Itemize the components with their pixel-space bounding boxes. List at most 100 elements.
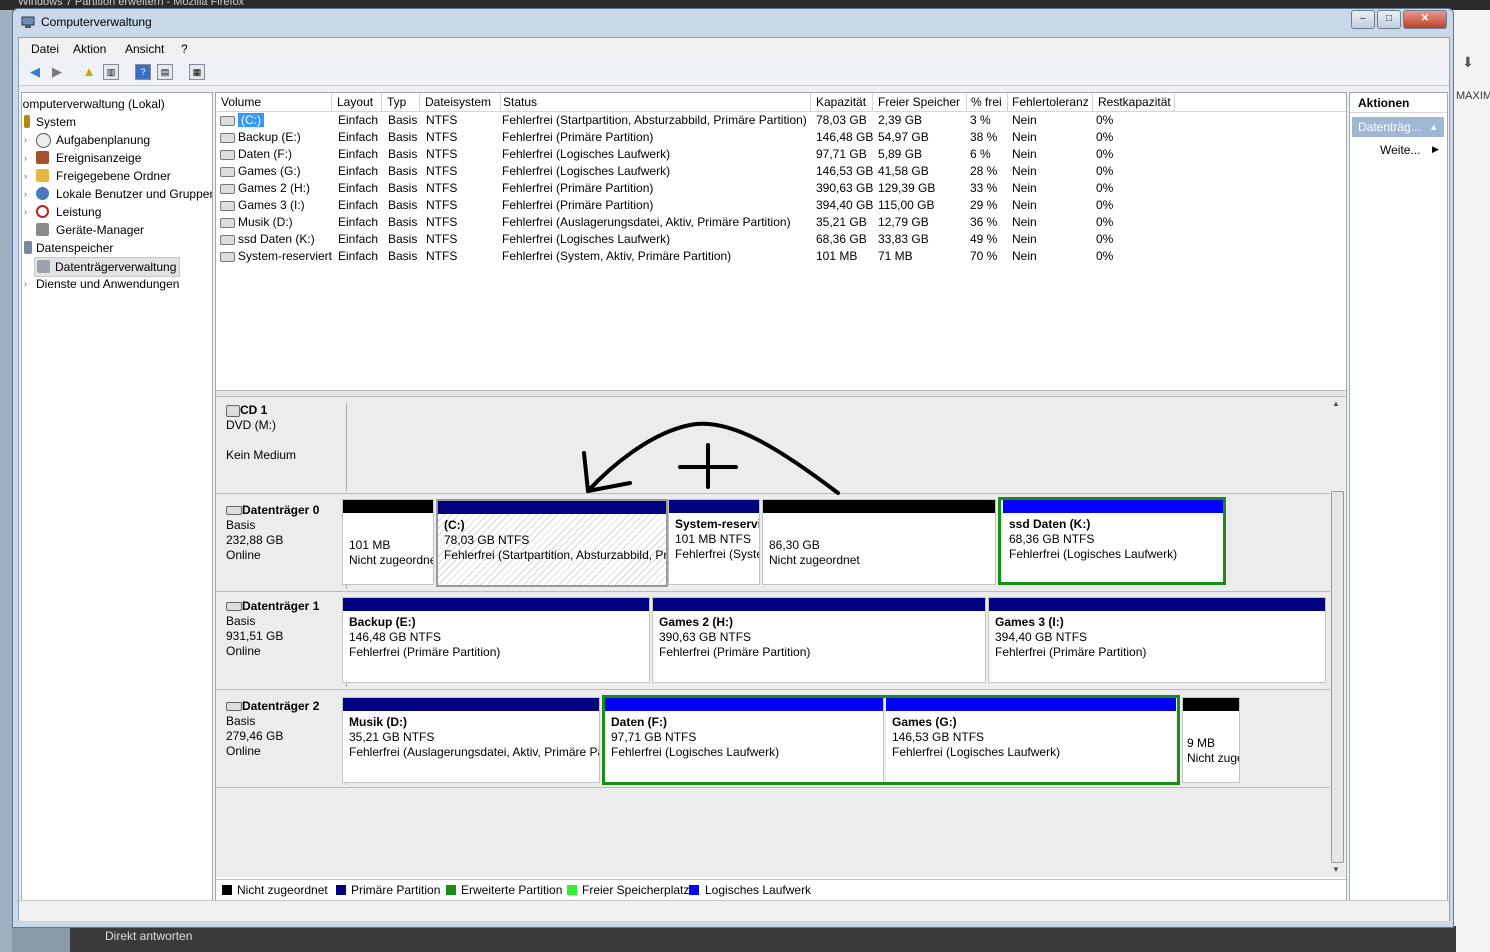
browser-title: Windows 7 Partition erweitern - Mozilla … xyxy=(18,0,245,8)
minimize-button[interactable]: – xyxy=(1351,10,1375,29)
collapse-icon[interactable]: ▲ xyxy=(1429,117,1438,137)
volume-row[interactable]: Games 3 (I:) Einfach Basis NTFS Fehlerfrei (… xyxy=(216,197,1346,214)
volume-row[interactable]: ssd Daten (K:) Einfach Basis NTFS Fehlerfrei… xyxy=(216,231,1346,248)
maximize-button[interactable]: □ xyxy=(1377,10,1401,29)
volume-cell: NTFS xyxy=(426,130,458,144)
volume-row[interactable]: System-reserviert Einfach Basis NTFS Fehlerf… xyxy=(216,248,1346,265)
primary-bar xyxy=(653,598,985,611)
logical-bar xyxy=(886,698,1176,711)
download-arrow-icon[interactable]: ⬇ xyxy=(1462,54,1474,71)
window-titlebar[interactable]: Computerverwaltung – □ ✕ xyxy=(13,9,1453,37)
disk-label-1[interactable]: Datenträger 1 Basis 931,51 GB Online xyxy=(218,599,347,687)
menu-action[interactable]: Aktion xyxy=(73,42,106,56)
partition-musik-d[interactable]: Musik (D:) 35,21 GB NTFS Fehlerfrei (Ausla… xyxy=(342,697,600,783)
volume-icon xyxy=(220,116,235,126)
disk-management-icon xyxy=(37,260,50,273)
volume-table-header: Volume Layout Typ Dateisystem Status Kap… xyxy=(216,93,1346,112)
menu-help[interactable]: ? xyxy=(181,42,188,56)
volume-cell: 36 % xyxy=(970,215,998,229)
volume-row[interactable]: (C:) Einfach Basis NTFS Fehlerfrei (Startpar… xyxy=(216,112,1346,129)
partition-unallocated-86gb[interactable]: 86,30 GB Nicht zugeordnet xyxy=(762,499,996,585)
partition-system-reserved[interactable]: System-reserviert101 MB NTFSFehlerfrei (… xyxy=(668,499,760,585)
disk-label-0[interactable]: Datenträger 0 Basis 232,88 GB Online xyxy=(218,503,347,589)
volume-cell: Fehlerfrei (Startpartition, Absturzabbil… xyxy=(502,113,807,127)
expand-icon[interactable]: › xyxy=(24,131,27,149)
volume-cell: 33,83 GB xyxy=(878,232,929,246)
volume-row[interactable]: Games (G:) Einfach Basis NTFS Fehlerfrei (Lo… xyxy=(216,163,1346,180)
expand-icon[interactable]: › xyxy=(24,149,27,167)
volume-cell: NTFS xyxy=(426,181,458,195)
pane-splitter[interactable] xyxy=(216,390,1346,397)
menu-view[interactable]: Ansicht xyxy=(125,42,164,56)
volume-row[interactable]: Daten (F:) Einfach Basis NTFS Fehlerfrei (Lo… xyxy=(216,146,1346,163)
disk-graphical-view: CD 1 DVD (M:) Kein Medium Datenträger 0 … xyxy=(216,397,1346,877)
navigation-tree: Computerverwaltung (Lokal) System › Aufg… xyxy=(21,92,213,914)
volume-row[interactable]: Games 2 (H:) Einfach Basis NTFS Fehlerfrei (… xyxy=(216,180,1346,197)
actions-header: Aktionen xyxy=(1350,93,1447,113)
expand-icon[interactable]: › xyxy=(24,275,27,293)
system-tools-icon xyxy=(24,115,30,128)
disk-view-vertical-scrollbar[interactable]: ▲ ▼ xyxy=(1330,397,1344,877)
menu-bar: Datei Aktion Ansicht ? xyxy=(19,38,1449,58)
actions-more[interactable]: Weite... ▶ xyxy=(1380,143,1439,157)
close-button[interactable]: ✕ xyxy=(1403,10,1447,29)
col-capacity[interactable]: Kapazität xyxy=(811,93,873,111)
extended-partition-disk2[interactable]: Daten (F:) 97,71 GB NTFS Fehlerfrei (Logis… xyxy=(602,695,1180,785)
partition-c[interactable]: (C:) 78,03 GB NTFS Fehlerfrei (Startpartit… xyxy=(436,499,668,587)
menu-file[interactable]: Datei xyxy=(31,42,59,56)
partition-unallocated-101mb[interactable]: 101 MB Nicht zugeordnet xyxy=(342,499,434,585)
properties-icon[interactable]: ▤ xyxy=(157,64,173,80)
disk-label-cd1[interactable]: CD 1 DVD (M:) Kein Medium xyxy=(218,403,347,491)
actions-section-disk-management[interactable]: Datenträg... ▲ xyxy=(1352,117,1444,137)
volume-icon xyxy=(220,201,235,211)
volume-cell: NTFS xyxy=(426,215,458,229)
col-volume[interactable]: Volume xyxy=(216,93,332,111)
expand-icon[interactable]: › xyxy=(24,203,27,221)
partition-backup-e[interactable]: Backup (E:) 146,48 GB NTFS Fehlerfrei (Pri… xyxy=(342,597,650,683)
col-filesystem[interactable]: Dateisystem xyxy=(420,93,501,111)
back-icon[interactable]: ◀ xyxy=(27,64,43,80)
col-fault-tolerance[interactable]: Fehlertoleranz xyxy=(1007,93,1093,111)
partition-daten-f[interactable]: Daten (F:) 97,71 GB NTFS Fehlerfrei (Logis… xyxy=(605,698,884,782)
volume-cell: Games (G:) xyxy=(238,164,301,178)
expand-icon[interactable]: › xyxy=(24,185,27,203)
logical-bar xyxy=(1003,500,1223,513)
volume-cell: Fehlerfrei (Logisches Laufwerk) xyxy=(502,164,671,178)
col-free-space[interactable]: Freier Speicher xyxy=(873,93,967,111)
partition-games-g[interactable]: Games (G:) 146,53 GB NTFS Fehlerfrei (Logi… xyxy=(886,698,1176,782)
scroll-up-icon[interactable]: ▲ xyxy=(1332,399,1340,408)
partition-ssd-daten-k[interactable]: ssd Daten (K:) 68,36 GB NTFS Fehlerfrei (L… xyxy=(1003,500,1223,582)
volume-row[interactable]: Musik (D:) Einfach Basis NTFS Fehlerfrei (Au… xyxy=(216,214,1346,231)
col-type[interactable]: Typ xyxy=(382,93,420,111)
volume-row[interactable]: Backup (E:) Einfach Basis NTFS Fehlerfrei (P… xyxy=(216,129,1346,146)
tree-item-disk-management[interactable]: Datenträgerverwaltung xyxy=(34,257,180,277)
volume-cell: NTFS xyxy=(426,198,458,212)
scroll-down-icon[interactable]: ▼ xyxy=(1332,865,1340,874)
col-percent-free[interactable]: % frei xyxy=(966,93,1008,111)
show-tree-icon[interactable]: ▥ xyxy=(103,64,119,80)
expand-icon[interactable]: › xyxy=(24,167,27,185)
console-icon[interactable]: ▦ xyxy=(189,64,205,80)
volume-cell: Einfach xyxy=(338,232,379,246)
performance-icon xyxy=(36,205,49,218)
help-icon[interactable]: ? xyxy=(135,64,151,80)
volume-cell: Fehlerfrei (Primäre Partition) xyxy=(502,181,654,195)
primary-bar xyxy=(343,698,599,711)
scrollbar-thumb[interactable] xyxy=(1331,491,1344,863)
volume-cell: Einfach xyxy=(338,181,379,195)
col-overhead[interactable]: Restkapazität xyxy=(1093,93,1175,111)
partition-games2-h[interactable]: Games 2 (H:) 390,63 GB NTFS Fehlerfrei (Pr… xyxy=(652,597,986,683)
forward-icon[interactable]: ▶ xyxy=(49,64,65,80)
legend-swatch-free xyxy=(567,885,577,895)
extended-partition-disk0[interactable]: ssd Daten (K:) 68,36 GB NTFS Fehlerfrei (L… xyxy=(998,497,1226,585)
volume-cell: Fehlerfrei (Logisches Laufwerk) xyxy=(502,232,671,246)
disk-label-2[interactable]: Datenträger 2 Basis 279,46 GB Online xyxy=(218,699,347,785)
col-layout[interactable]: Layout xyxy=(332,93,382,111)
volume-cell: Nein xyxy=(1012,198,1037,212)
partition-games3-i[interactable]: Games 3 (I:) 394,40 GB NTFS Fehlerfrei (Pr… xyxy=(988,597,1326,683)
up-folder-icon[interactable]: ▲ xyxy=(81,64,97,80)
reply-link[interactable]: Direkt antworten xyxy=(105,929,192,943)
event-log-icon xyxy=(36,151,49,164)
partition-unallocated-9mb[interactable]: 9 MBNicht zugeordnet xyxy=(1182,697,1240,783)
col-status[interactable]: Status xyxy=(498,93,811,111)
